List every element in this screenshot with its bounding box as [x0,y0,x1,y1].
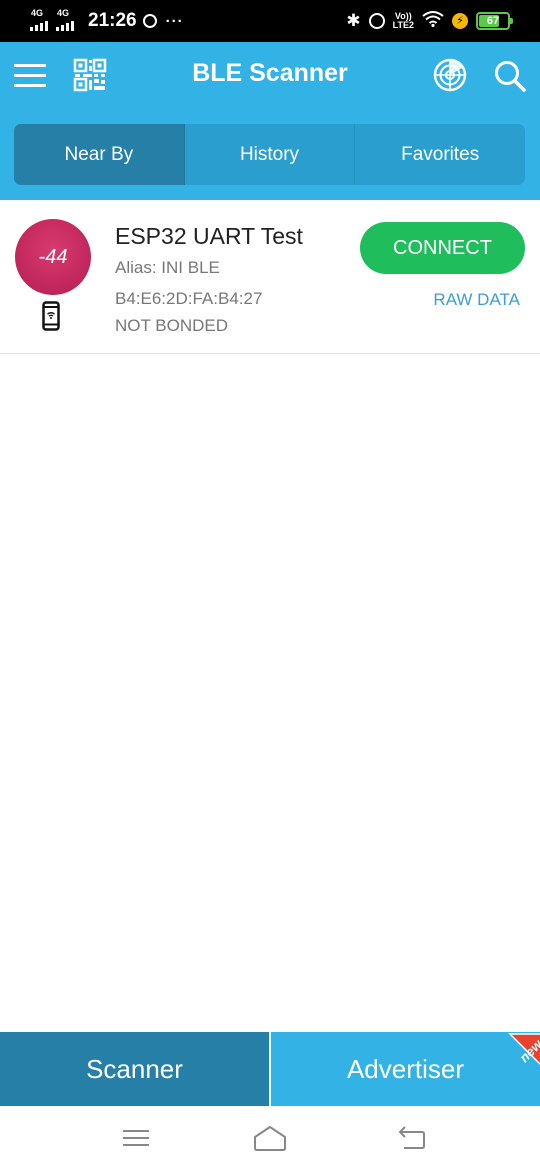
rssi-badge: -44 [15,219,91,295]
device-mac-address: B4:E6:2D:FA:B4:27 [115,289,263,308]
tab-history[interactable]: History [185,124,356,185]
charging-icon: ⚡ [452,13,468,29]
scanner-tab[interactable]: Scanner [0,1032,269,1106]
smartphone-icon [42,301,60,331]
tab-near-by[interactable]: Near By [14,124,185,185]
wifi-icon [422,11,444,31]
more-notifications-icon: ··· [165,12,184,30]
back-icon[interactable] [396,1124,428,1152]
lte-label: LTE2 [392,20,414,30]
home-icon[interactable] [252,1124,288,1152]
system-navigation-bar [0,1106,540,1170]
bluetooth-icon: ✱ [346,11,361,30]
connect-button[interactable]: CONNECT [360,222,525,274]
device-name: ESP32 UART Test [115,223,303,249]
sim1-signal-icon: 4G [30,9,52,33]
raw-data-link[interactable]: RAW DATA [360,290,520,310]
radar-icon[interactable] [432,57,468,93]
recents-icon[interactable] [120,1124,152,1152]
status-bar: 4G 4G 21:26 ··· ✱ Vo)) LTE2 ⚡ 67 [0,0,540,42]
battery-icon: 67 [476,12,513,30]
sim2-network-type: 4G [57,8,70,18]
app-bar: BLE Scanner Near By History Favorites [0,42,540,200]
device-alias: Alias: INI BLE [115,258,220,277]
device-list-item[interactable]: -44 ESP32 UART Test Alias: INI BLE B4:E6… [0,200,540,354]
new-badge-icon: new [508,1033,540,1065]
sim1-network-type: 4G [31,8,44,18]
advertiser-tab-label: Advertiser [346,1053,465,1084]
tab-bar: Near By History Favorites [14,124,525,185]
search-icon[interactable] [493,59,527,93]
tab-favorites[interactable]: Favorites [355,124,525,185]
whatsapp-icon [142,14,157,28]
alarm-icon [368,13,385,29]
scanner-tab-label: Scanner [86,1053,183,1084]
bond-status: NOT BONDED [115,316,229,335]
volte-icon: Vo)) LTE2 [393,12,414,30]
clock: 21:26 [88,10,137,31]
battery-level: 67 [486,15,500,27]
advertiser-tab[interactable]: Advertiser new [271,1032,540,1106]
sim2-signal-icon: 4G [56,9,78,33]
bottom-navigation: Scanner Advertiser new [0,1032,540,1106]
